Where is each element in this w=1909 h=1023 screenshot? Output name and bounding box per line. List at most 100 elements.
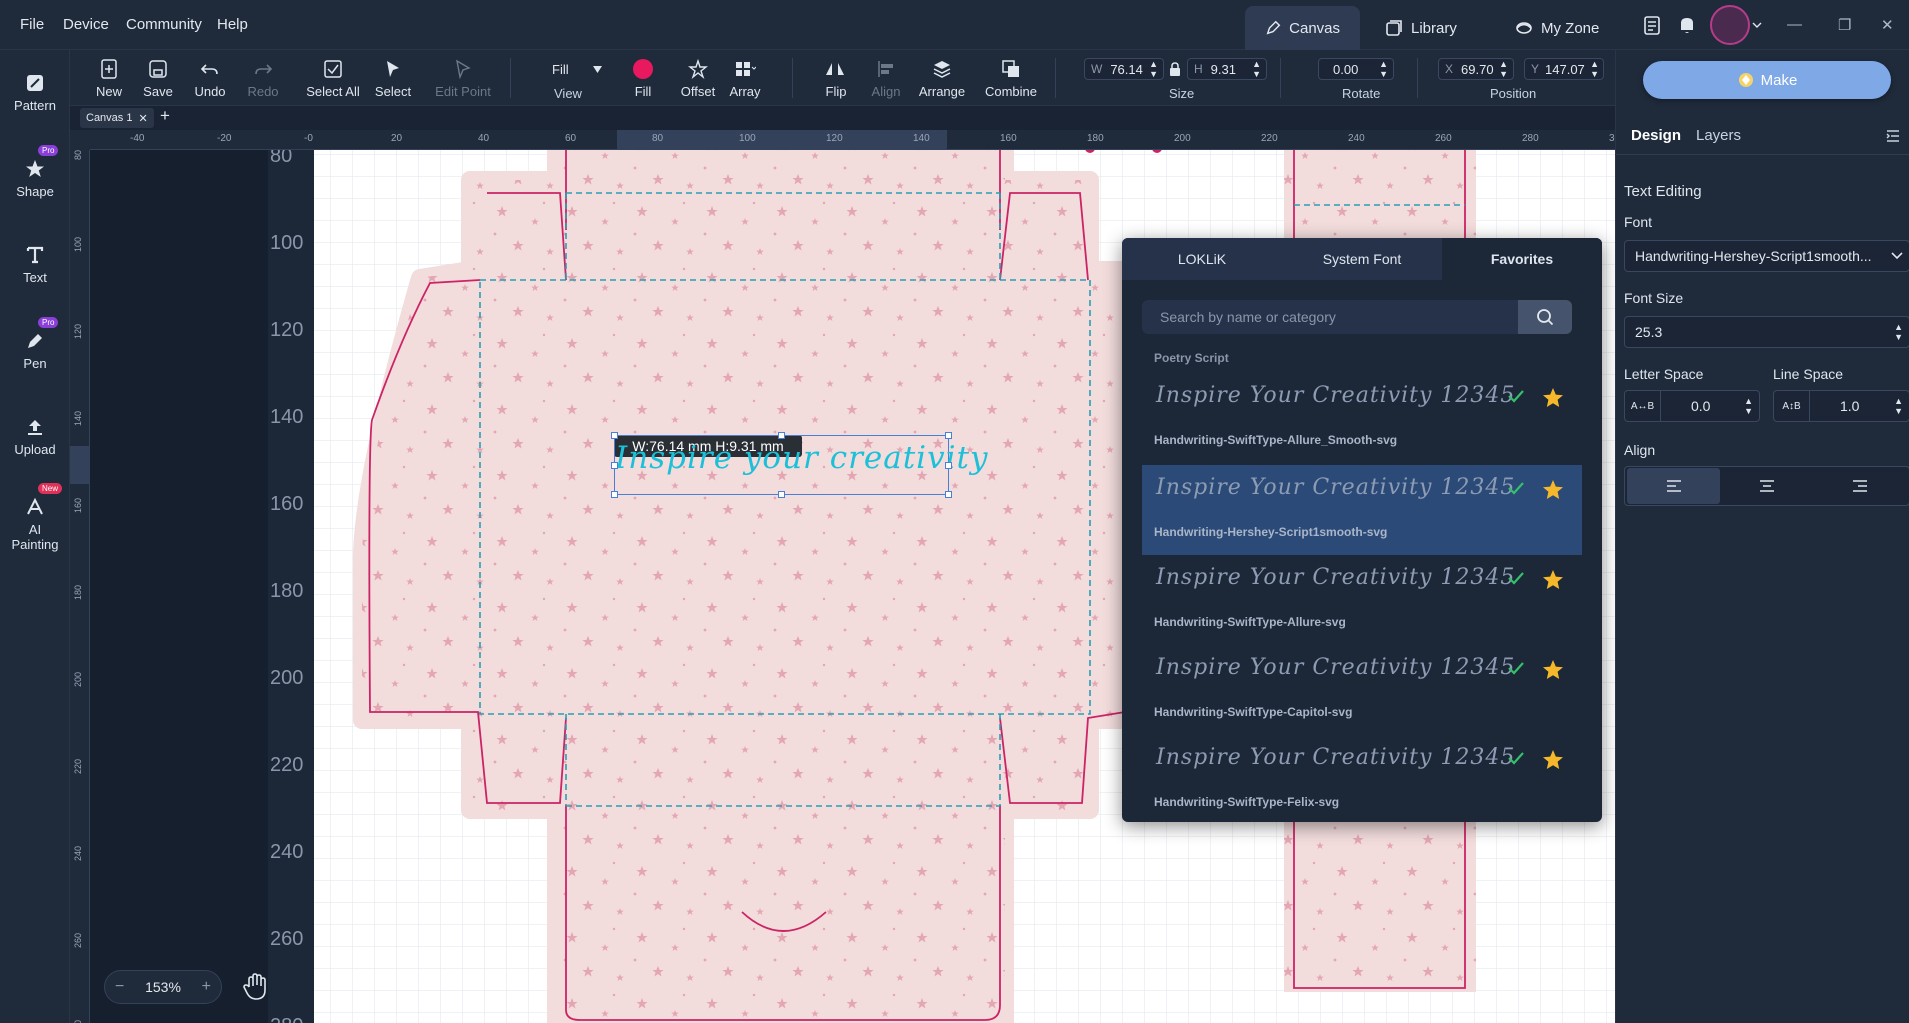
clipboard-icon[interactable] [1644,15,1660,35]
favorite-star-icon[interactable] [1542,479,1564,501]
collapse-panel-icon[interactable] [1886,129,1900,143]
font-size-input[interactable]: 25.3 ▲ ▼ [1624,316,1909,348]
stepper-icon[interactable]: ▲ ▼ [1499,59,1508,79]
font-item[interactable]: Inspire Your Creativity 12345 Handwritin… [1142,373,1582,463]
redo-button[interactable]: Redo [235,58,291,99]
flip-button[interactable]: Flip [808,58,864,99]
edit-point-button[interactable]: Edit Point [428,58,498,99]
add-canvas-icon[interactable]: + [160,106,170,126]
undo-label: Undo [194,84,226,99]
font-search-button[interactable] [1518,300,1572,334]
align-right-button[interactable] [1813,468,1906,504]
resize-handle[interactable] [778,432,785,439]
resize-handle[interactable] [945,491,952,498]
sidebar-item-ai-painting[interactable]: New AI Painting [0,483,70,552]
minimize-icon[interactable]: — [1787,16,1802,33]
rotate-field[interactable]: 0.00 ▲ ▼ [1318,58,1394,80]
resize-handle[interactable] [611,491,618,498]
menu-file[interactable]: File [20,16,44,33]
tab-myzone[interactable]: My Zone [1495,6,1630,50]
select-all-button[interactable]: Select All [296,58,370,99]
canvas-text[interactable]: Inspire your creativity [615,440,988,476]
resize-handle[interactable] [778,491,785,498]
favorite-star-icon[interactable] [1542,569,1564,591]
stepper-icon[interactable]: ▲ ▼ [1894,322,1903,342]
font-item[interactable]: Inspire Your Creativity 12345 Handwritin… [1142,735,1582,822]
ruler-tick-label: 140 [73,411,83,427]
resize-handle[interactable] [945,462,952,469]
line-space-input[interactable]: A↕B 1.0 ▲ ▼ [1773,390,1909,422]
height-prefix: H [1194,62,1203,76]
new-button[interactable]: New [81,58,137,99]
font-item-selected[interactable]: Inspire Your Creativity 12345 Handwritin… [1142,465,1582,555]
favorite-star-icon[interactable] [1542,659,1564,681]
menu-community[interactable]: Community [126,16,202,33]
save-button[interactable]: Save [130,58,186,99]
resize-handle[interactable] [611,432,618,439]
tab-library[interactable]: Library [1365,6,1490,50]
sidebar-item-pen[interactable]: Pro Pen [0,317,70,371]
combine-button[interactable]: Combine [980,58,1042,99]
font-item[interactable]: Inspire Your Creativity 12345 Handwritin… [1142,645,1582,735]
sidebar-item-text[interactable]: Text [0,244,70,285]
height-field[interactable]: H 9.31 ▲ ▼ [1187,58,1267,80]
view-dropdown[interactable]: Fill [528,58,610,80]
tab-layers[interactable]: Layers [1696,127,1741,144]
close-icon[interactable]: ✕ [138,112,147,125]
font-item[interactable]: Inspire Your Creativity 12345 Handwritin… [1142,555,1582,645]
tab-myzone-label: My Zone [1541,19,1600,37]
favorite-star-icon[interactable] [1542,387,1564,409]
sidebar-item-pattern[interactable]: Pattern [0,72,70,113]
avatar[interactable] [1710,5,1750,45]
sidebar-item-upload[interactable]: Upload [0,416,70,457]
check-icon [1508,572,1524,585]
fill-button[interactable]: Fill [615,58,671,99]
chevron-down-icon[interactable] [1752,21,1762,29]
undo-button[interactable]: Undo [182,58,238,99]
arrange-button[interactable]: Arrange [914,58,970,99]
tab-design[interactable]: Design [1631,127,1681,144]
letter-space-input[interactable]: A↔B 0.0 ▲ ▼ [1624,390,1760,422]
align-center-button[interactable] [1720,468,1813,504]
align-left-button[interactable] [1627,468,1720,504]
align-left-icon [1666,480,1681,492]
ai-icon [27,497,43,515]
select-button[interactable]: Select [365,58,421,99]
hand-pan-icon[interactable] [243,973,269,1001]
x-position-field[interactable]: X 69.70 ▲ ▼ [1438,58,1514,80]
tab-canvas-1[interactable]: Canvas 1 ✕ [80,108,154,128]
tab-canvas[interactable]: Canvas [1245,6,1360,50]
zoom-out-button[interactable]: − [115,978,124,996]
align-button[interactable]: Align [858,58,914,99]
menu-help[interactable]: Help [217,16,248,33]
close-icon[interactable]: ✕ [1881,16,1894,34]
sidebar-item-shape[interactable]: Pro Shape [0,145,70,199]
stepper-icon[interactable]: ▲ ▼ [1149,59,1158,79]
font-select[interactable]: Handwriting-Hershey-Script1smooth... [1624,240,1909,272]
stepper-icon[interactable]: ▲ ▼ [1379,59,1388,79]
font-tab-loklik[interactable]: LOKLiK [1122,238,1282,280]
restore-icon[interactable]: ❐ [1838,16,1851,34]
edit-point-icon [456,59,471,79]
selected-text-object[interactable]: Inspire your creativity [611,432,988,498]
stepper-icon[interactable]: ▲ ▼ [1744,396,1753,416]
stepper-icon[interactable]: ▲ ▼ [1590,59,1599,79]
font-tab-favorites[interactable]: Favorites [1442,238,1602,280]
menu-device[interactable]: Device [63,16,109,33]
resize-handle[interactable] [611,462,618,469]
make-button[interactable]: Make [1643,61,1891,99]
stepper-icon[interactable]: ▲ ▼ [1894,396,1903,416]
lock-icon[interactable] [1169,62,1181,76]
array-button[interactable]: Array [717,58,773,99]
favorite-star-icon[interactable] [1542,749,1564,771]
font-tab-system[interactable]: System Font [1282,238,1442,280]
font-search-input[interactable]: Search by name or category [1142,300,1518,334]
y-position-field[interactable]: Y 147.07 ▲ ▼ [1524,58,1604,80]
width-field[interactable]: W 76.14 ▲ ▼ [1084,58,1164,80]
bell-icon[interactable] [1678,15,1696,35]
stepper-icon[interactable]: ▲ ▼ [1252,59,1261,79]
zoom-in-button[interactable]: + [202,978,211,996]
pro-badge: Pro [38,317,59,328]
resize-handle[interactable] [945,432,952,439]
undo-icon [200,64,218,75]
